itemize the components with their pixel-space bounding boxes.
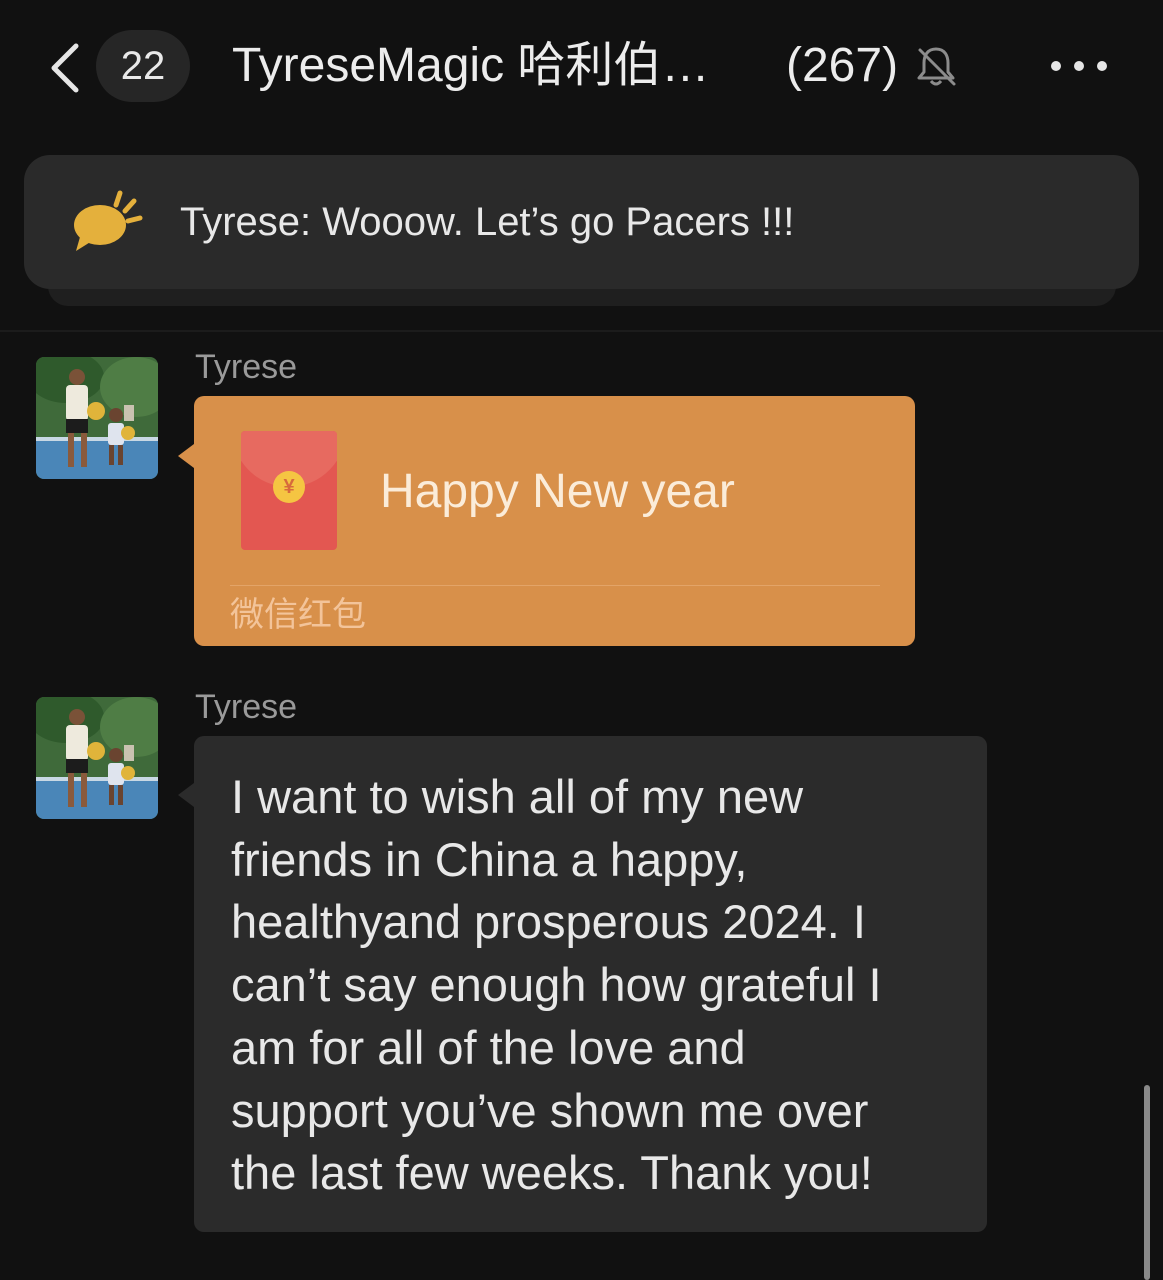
message-text: I want to wish all of my new friends in … [231,770,882,1200]
more-options-button[interactable] [1046,50,1112,82]
chat-title[interactable]: TyreseMagic 哈利伯… [232,34,752,98]
red-packet-message[interactable]: ¥ Happy New year 微信红包 [194,396,915,646]
ellipsis-icon [1051,61,1107,71]
scrollbar[interactable] [1144,1085,1150,1280]
yuan-coin-icon: ¥ [273,471,305,503]
unread-count-badge[interactable]: 22 [96,30,190,102]
bell-slash-icon [914,44,958,88]
red-envelope-icon: ¥ [241,431,337,550]
bubble-tail [178,783,194,807]
back-button[interactable] [44,40,88,96]
member-count[interactable]: (267) [786,34,898,98]
speech-bubble-icon [70,185,146,257]
bubble-tail [178,444,194,468]
divider [0,330,1163,332]
sender-name: Tyrese [195,688,298,726]
avatar[interactable] [36,357,158,479]
pinned-message-banner[interactable]: Tyrese: Wooow. Let’s go Pacers !!! [24,155,1139,289]
red-packet-title: Happy New year [380,465,735,518]
avatar[interactable] [36,697,158,819]
text-message-bubble[interactable]: I want to wish all of my new friends in … [194,736,987,1232]
chevron-left-icon [51,43,79,93]
red-packet-divider [230,585,880,586]
chat-header: 22 TyreseMagic 哈利伯… (267) [0,0,1163,132]
pinned-message-text: Tyrese: Wooow. Let’s go Pacers !!! [180,200,795,244]
sender-name: Tyrese [195,348,298,386]
red-packet-label: 微信红包 [230,596,366,634]
